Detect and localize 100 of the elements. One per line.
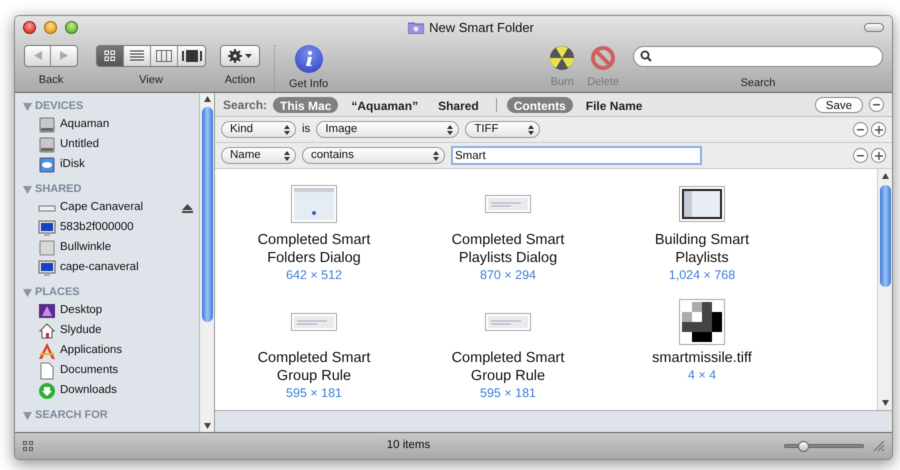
- screenshot-thumbnail-icon: [291, 313, 337, 331]
- pencil-ruler-icon: [38, 342, 56, 360]
- hard-drive-icon: [38, 136, 56, 154]
- scrollbar[interactable]: [877, 169, 892, 410]
- resize-grip-icon[interactable]: [23, 441, 33, 451]
- plus-icon: [874, 152, 882, 160]
- remove-button[interactable]: [853, 148, 868, 163]
- minus-icon: [857, 128, 864, 130]
- eject-icon[interactable]: [182, 204, 193, 212]
- scope-button[interactable]: Shared: [431, 96, 486, 112]
- info-icon: [304, 50, 313, 66]
- close-button[interactable]: [23, 21, 36, 34]
- left-arrow-icon: [34, 51, 42, 60]
- popup-button[interactable]: TIFF: [465, 121, 540, 138]
- screenshot-thumbnail-icon: [291, 185, 337, 223]
- search-field-option[interactable]: File Name: [578, 96, 650, 112]
- screenshot-thumbnail-icon: [679, 186, 725, 222]
- search-scope-label: Search:: [223, 96, 268, 114]
- scope-button[interactable]: “Aquaman”: [344, 96, 426, 112]
- sidebar-item[interactable]: iDisk: [60, 156, 193, 174]
- up-down-arrows-icon: [447, 124, 454, 134]
- file-dimensions: 1,024 × 768: [668, 267, 736, 283]
- file-name[interactable]: Completed Smart Folders Dialog: [239, 231, 389, 267]
- save-button[interactable]: Save: [814, 96, 863, 112]
- caret-icon: [245, 54, 252, 58]
- monitor-icon: [38, 219, 56, 237]
- pixel-image-thumbnail-icon: [679, 299, 725, 345]
- zoom-button[interactable]: [65, 21, 78, 34]
- file-name[interactable]: Completed Smart Playlists Dialog: [433, 231, 583, 267]
- list-icon: [130, 50, 144, 62]
- popup-button[interactable]: Kind: [221, 121, 296, 138]
- grid-icon: [104, 50, 116, 62]
- get-info-button[interactable]: [294, 44, 323, 72]
- action-button[interactable]: [220, 44, 260, 66]
- sidebar-item[interactable]: Desktop: [60, 302, 193, 320]
- popup-button[interactable]: Name: [221, 147, 296, 164]
- remove-button[interactable]: [853, 122, 868, 137]
- up-arrow-icon[interactable]: [204, 96, 210, 102]
- burn-button[interactable]: [549, 44, 576, 70]
- sidebar-item[interactable]: Applications: [60, 342, 193, 360]
- download-icon: [38, 382, 56, 400]
- view-mode-button[interactable]: [151, 46, 178, 66]
- popup-button[interactable]: Image: [316, 121, 460, 138]
- burn-label: Burn: [550, 74, 574, 90]
- sidebar-item[interactable]: Aquaman: [60, 116, 193, 134]
- search-icon: [640, 50, 652, 62]
- up-down-arrows-icon: [528, 124, 534, 134]
- minus-icon: [857, 154, 864, 156]
- columns-icon: [156, 50, 172, 62]
- search-field-option[interactable]: Contents: [506, 96, 573, 112]
- add-button[interactable]: [871, 122, 886, 137]
- popup-button[interactable]: contains: [302, 147, 445, 164]
- scope-button[interactable]: This Mac: [273, 96, 338, 112]
- radiation-icon: [549, 44, 576, 70]
- file-name[interactable]: Building Smart Playlists: [627, 231, 777, 267]
- view-mode-button[interactable]: [124, 46, 151, 66]
- search-field[interactable]: [633, 46, 883, 66]
- add-button[interactable]: [871, 148, 886, 163]
- scroll-thumb[interactable]: [880, 185, 890, 287]
- criteria-text-field[interactable]: Smart: [451, 146, 702, 165]
- plus-icon: [874, 126, 882, 134]
- icon-size-slider[interactable]: [784, 440, 864, 452]
- section-header: DEVICES: [35, 99, 84, 114]
- toolbar-toggle-button[interactable]: [864, 23, 884, 32]
- delete-label: Delete: [587, 74, 619, 90]
- screenshot-thumbnail-icon: [485, 313, 531, 331]
- sidebar-item[interactable]: 583b2f000000: [60, 219, 193, 237]
- sidebar-item[interactable]: Bullwinkle: [60, 239, 193, 257]
- view-mode-button[interactable]: [178, 46, 205, 66]
- sidebar-item[interactable]: Downloads: [60, 382, 193, 400]
- minus-icon: [873, 104, 880, 106]
- file-name[interactable]: smartmissile.tiff: [627, 349, 777, 367]
- slider-thumb[interactable]: [798, 440, 809, 452]
- sidebar-item[interactable]: Cape Canaveral: [60, 199, 178, 217]
- get-info-label: Get Info: [289, 76, 328, 92]
- sidebar-item[interactable]: Slydude: [60, 322, 193, 340]
- remove-button[interactable]: [869, 97, 884, 112]
- file-dimensions: 595 × 181: [286, 385, 342, 401]
- window-resize-icon[interactable]: [874, 441, 884, 451]
- up-arrow-icon[interactable]: [882, 173, 888, 179]
- view-mode-button[interactable]: [97, 46, 124, 66]
- file-dimensions: 595 × 181: [480, 385, 536, 401]
- sidebar-item[interactable]: Documents: [60, 362, 193, 380]
- operator-label: is: [302, 122, 310, 137]
- down-arrow-icon[interactable]: [204, 423, 210, 429]
- prohibited-icon: [590, 44, 616, 70]
- document-icon: [38, 362, 56, 380]
- cover-flow-icon: [182, 50, 202, 62]
- up-down-arrows-icon: [284, 124, 290, 134]
- sidebar-item[interactable]: Untitled: [60, 136, 193, 154]
- up-down-arrows-icon: [433, 150, 439, 160]
- sidebar-item[interactable]: cape-canaveral: [60, 259, 193, 277]
- section-header: SEARCH FOR: [35, 408, 108, 424]
- minimize-button[interactable]: [44, 21, 57, 34]
- file-name[interactable]: Completed Smart Group Rule: [433, 349, 583, 385]
- scrollbar[interactable]: [199, 93, 214, 432]
- file-name[interactable]: Completed Smart Group Rule: [239, 349, 389, 385]
- scroll-thumb[interactable]: [202, 107, 212, 322]
- down-arrow-icon[interactable]: [882, 400, 888, 406]
- section-header: PLACES: [35, 285, 80, 300]
